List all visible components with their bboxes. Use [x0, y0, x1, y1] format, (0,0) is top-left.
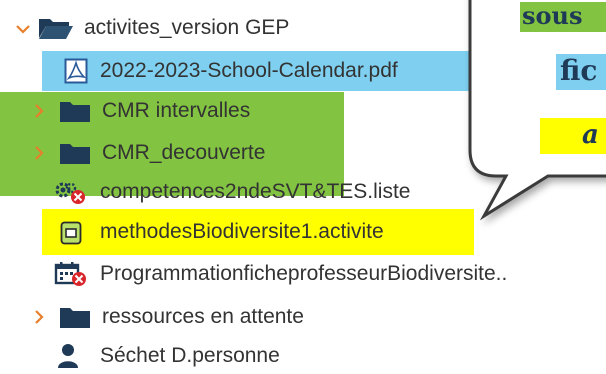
tree-item-label: 2022-2023-School-Calendar.pdf [100, 59, 398, 82]
tree-item-folder-cmr-decouverte[interactable]: CMR_decouverte [0, 135, 344, 171]
tree-item-activity[interactable]: methodesBiodiversite1.activite [0, 214, 474, 250]
competences-list-icon [55, 182, 85, 204]
callout-line-3: a [582, 120, 599, 150]
folder-icon [60, 308, 90, 328]
callout-line-2: fic [560, 54, 598, 87]
tree-item-folder-ressources[interactable]: ressources en attente [0, 299, 400, 335]
activity-icon [60, 221, 82, 245]
tree-item-pdf[interactable]: 2022-2023-School-Calendar.pdf [0, 53, 470, 89]
tree-item-label: ProgrammationficheprofesseurBiodiversite… [100, 262, 508, 285]
tree-item-label: CMR_decouverte [102, 141, 266, 164]
chevron-right-icon[interactable] [30, 102, 48, 120]
tree-root-label: activites_version GEP [84, 16, 290, 39]
folder-icon [60, 144, 90, 164]
tree-item-competences-list[interactable]: competences2ndeSVT&TES.liste [0, 174, 480, 210]
tree-root-folder[interactable]: activites_version GEP [0, 10, 460, 46]
tree-item-folder-cmr-intervalles[interactable]: CMR intervalles [0, 93, 344, 129]
tree-item-label: ressources en attente [102, 305, 304, 328]
chevron-right-icon[interactable] [30, 308, 48, 326]
folder-open-icon [39, 19, 73, 39]
pdf-icon [64, 58, 88, 84]
callout-line-1: sous [522, 1, 583, 30]
tree-item-programmation[interactable]: ProgrammationficheprofesseurBiodiversite… [0, 256, 606, 292]
tree-item-label: Séchet D.personne [100, 344, 280, 367]
chevron-right-icon[interactable] [30, 144, 48, 162]
calendar-error-icon [54, 262, 86, 286]
tree-item-label: methodesBiodiversite1.activite [100, 220, 384, 243]
folder-icon [60, 102, 90, 122]
tree-item-label: competences2ndeSVT&TES.liste [100, 180, 411, 203]
tree-item-label: CMR intervalles [102, 99, 251, 122]
chevron-down-icon[interactable] [14, 20, 32, 38]
person-icon [58, 344, 78, 368]
